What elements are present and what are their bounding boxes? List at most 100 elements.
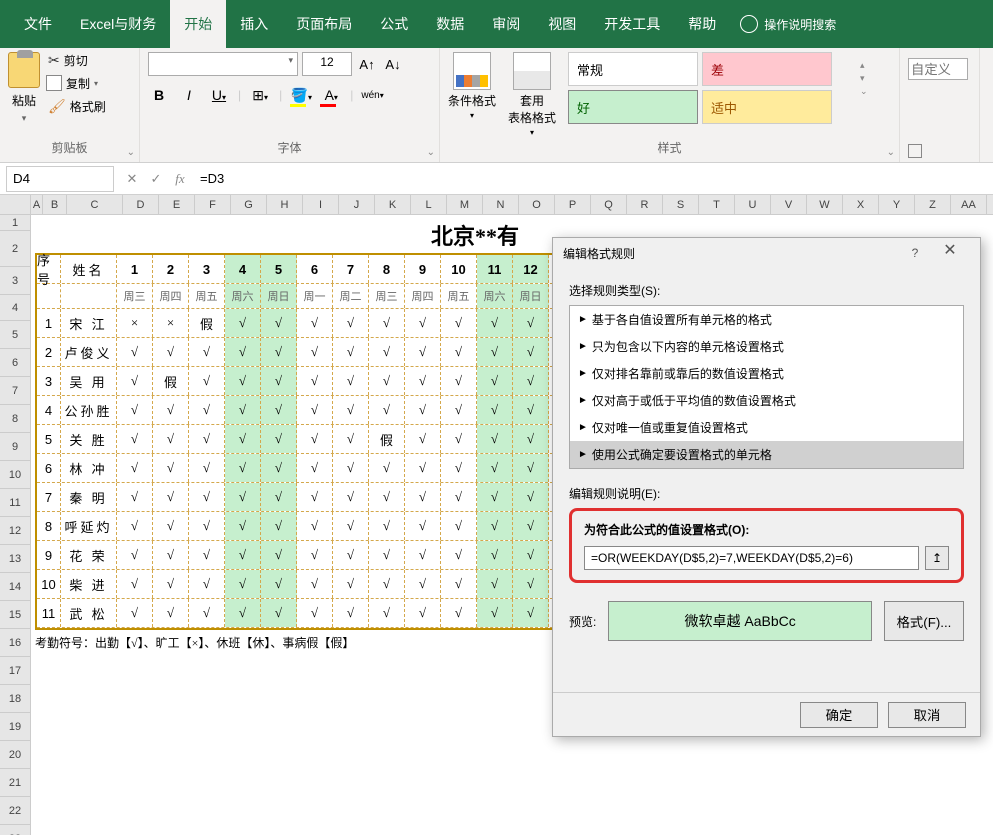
- cell[interactable]: √: [441, 570, 477, 598]
- col-header-I[interactable]: I: [303, 195, 339, 214]
- cell[interactable]: √: [225, 425, 261, 453]
- cell[interactable]: √: [405, 367, 441, 395]
- cell[interactable]: √: [189, 338, 225, 366]
- cell[interactable]: √: [477, 396, 513, 424]
- font-color-button[interactable]: A▾: [320, 84, 342, 106]
- table-format-button[interactable]: 套用 表格格式▾: [508, 52, 556, 137]
- tab-insert[interactable]: 插入: [226, 0, 282, 48]
- cell[interactable]: √: [225, 338, 261, 366]
- formula-input[interactable]: [192, 166, 993, 192]
- cell[interactable]: [37, 284, 61, 308]
- cell[interactable]: 秦 明: [61, 483, 117, 511]
- cell[interactable]: √: [441, 512, 477, 540]
- cell[interactable]: 姓名: [61, 255, 117, 283]
- cell[interactable]: √: [225, 541, 261, 569]
- col-header-H[interactable]: H: [267, 195, 303, 214]
- cell[interactable]: √: [477, 570, 513, 598]
- cell[interactable]: √: [405, 425, 441, 453]
- cell[interactable]: √: [441, 599, 477, 627]
- cell[interactable]: 武 松: [61, 599, 117, 627]
- cell[interactable]: 5: [261, 255, 297, 283]
- italic-button[interactable]: I: [178, 84, 200, 106]
- col-header-G[interactable]: G: [231, 195, 267, 214]
- cell[interactable]: √: [117, 570, 153, 598]
- cell[interactable]: 周三: [117, 284, 153, 308]
- cell[interactable]: √: [441, 454, 477, 482]
- formula-field[interactable]: [584, 546, 919, 570]
- cell[interactable]: 周六: [225, 284, 261, 308]
- tab-review[interactable]: 审阅: [478, 0, 534, 48]
- col-header-P[interactable]: P: [555, 195, 591, 214]
- cell[interactable]: √: [297, 570, 333, 598]
- row-header-1[interactable]: 1: [0, 215, 31, 231]
- format-painter-button[interactable]: 🖌格式刷: [48, 98, 106, 115]
- col-header-N[interactable]: N: [483, 195, 519, 214]
- col-header-A[interactable]: A: [31, 195, 43, 214]
- increase-font-button[interactable]: A↑: [356, 52, 378, 76]
- cell[interactable]: √: [513, 541, 549, 569]
- cell[interactable]: 序号: [37, 255, 61, 283]
- cell[interactable]: 花 荣: [61, 541, 117, 569]
- cell[interactable]: √: [189, 454, 225, 482]
- row-header-11[interactable]: 11: [0, 489, 31, 517]
- cell[interactable]: ×: [153, 309, 189, 337]
- cell[interactable]: 2: [153, 255, 189, 283]
- cell[interactable]: 2: [37, 338, 61, 366]
- cell[interactable]: √: [189, 599, 225, 627]
- cell[interactable]: √: [297, 367, 333, 395]
- cell[interactable]: √: [117, 396, 153, 424]
- cell[interactable]: √: [477, 309, 513, 337]
- cell[interactable]: √: [441, 396, 477, 424]
- cell[interactable]: 周五: [189, 284, 225, 308]
- cell[interactable]: √: [225, 454, 261, 482]
- cell[interactable]: 周二: [333, 284, 369, 308]
- cell[interactable]: √: [513, 599, 549, 627]
- cell[interactable]: 9: [37, 541, 61, 569]
- cell[interactable]: √: [297, 483, 333, 511]
- cell[interactable]: √: [369, 309, 405, 337]
- cell[interactable]: √: [261, 454, 297, 482]
- font-size-selector[interactable]: 12: [302, 52, 352, 76]
- col-header-S[interactable]: S: [663, 195, 699, 214]
- cell[interactable]: 林 冲: [61, 454, 117, 482]
- cell[interactable]: 4: [225, 255, 261, 283]
- cell[interactable]: √: [261, 367, 297, 395]
- cell[interactable]: √: [333, 338, 369, 366]
- row-header-15[interactable]: 15: [0, 601, 31, 629]
- col-header-Z[interactable]: Z: [915, 195, 951, 214]
- rule-type-item[interactable]: ►只为包含以下内容的单元格设置格式: [570, 333, 963, 360]
- row-header-7[interactable]: 7: [0, 377, 31, 405]
- cell[interactable]: 8: [369, 255, 405, 283]
- cell[interactable]: √: [405, 483, 441, 511]
- cell[interactable]: 6: [297, 255, 333, 283]
- col-header-K[interactable]: K: [375, 195, 411, 214]
- tab-file[interactable]: 文件: [10, 0, 66, 48]
- cell[interactable]: √: [261, 599, 297, 627]
- cell[interactable]: 周四: [405, 284, 441, 308]
- cell[interactable]: √: [369, 454, 405, 482]
- cell[interactable]: 假: [369, 425, 405, 453]
- cell[interactable]: √: [441, 483, 477, 511]
- cell[interactable]: √: [369, 599, 405, 627]
- cell[interactable]: √: [333, 396, 369, 424]
- cell[interactable]: √: [405, 396, 441, 424]
- cell[interactable]: 卢俊义: [61, 338, 117, 366]
- cell[interactable]: √: [405, 338, 441, 366]
- underline-button[interactable]: U▾: [208, 84, 230, 106]
- cell[interactable]: 1: [117, 255, 153, 283]
- cell[interactable]: √: [189, 512, 225, 540]
- cell[interactable]: √: [513, 454, 549, 482]
- cell[interactable]: √: [513, 309, 549, 337]
- fill-color-button[interactable]: 🪣▾: [290, 84, 312, 106]
- cell[interactable]: √: [189, 483, 225, 511]
- cell[interactable]: √: [225, 367, 261, 395]
- col-header-L[interactable]: L: [411, 195, 447, 214]
- cell[interactable]: √: [117, 512, 153, 540]
- cell[interactable]: √: [153, 425, 189, 453]
- style-neutral[interactable]: 适中: [702, 90, 832, 124]
- cell[interactable]: 3: [37, 367, 61, 395]
- cell[interactable]: √: [441, 338, 477, 366]
- cell[interactable]: √: [261, 338, 297, 366]
- name-box[interactable]: [6, 166, 114, 192]
- cell[interactable]: √: [153, 338, 189, 366]
